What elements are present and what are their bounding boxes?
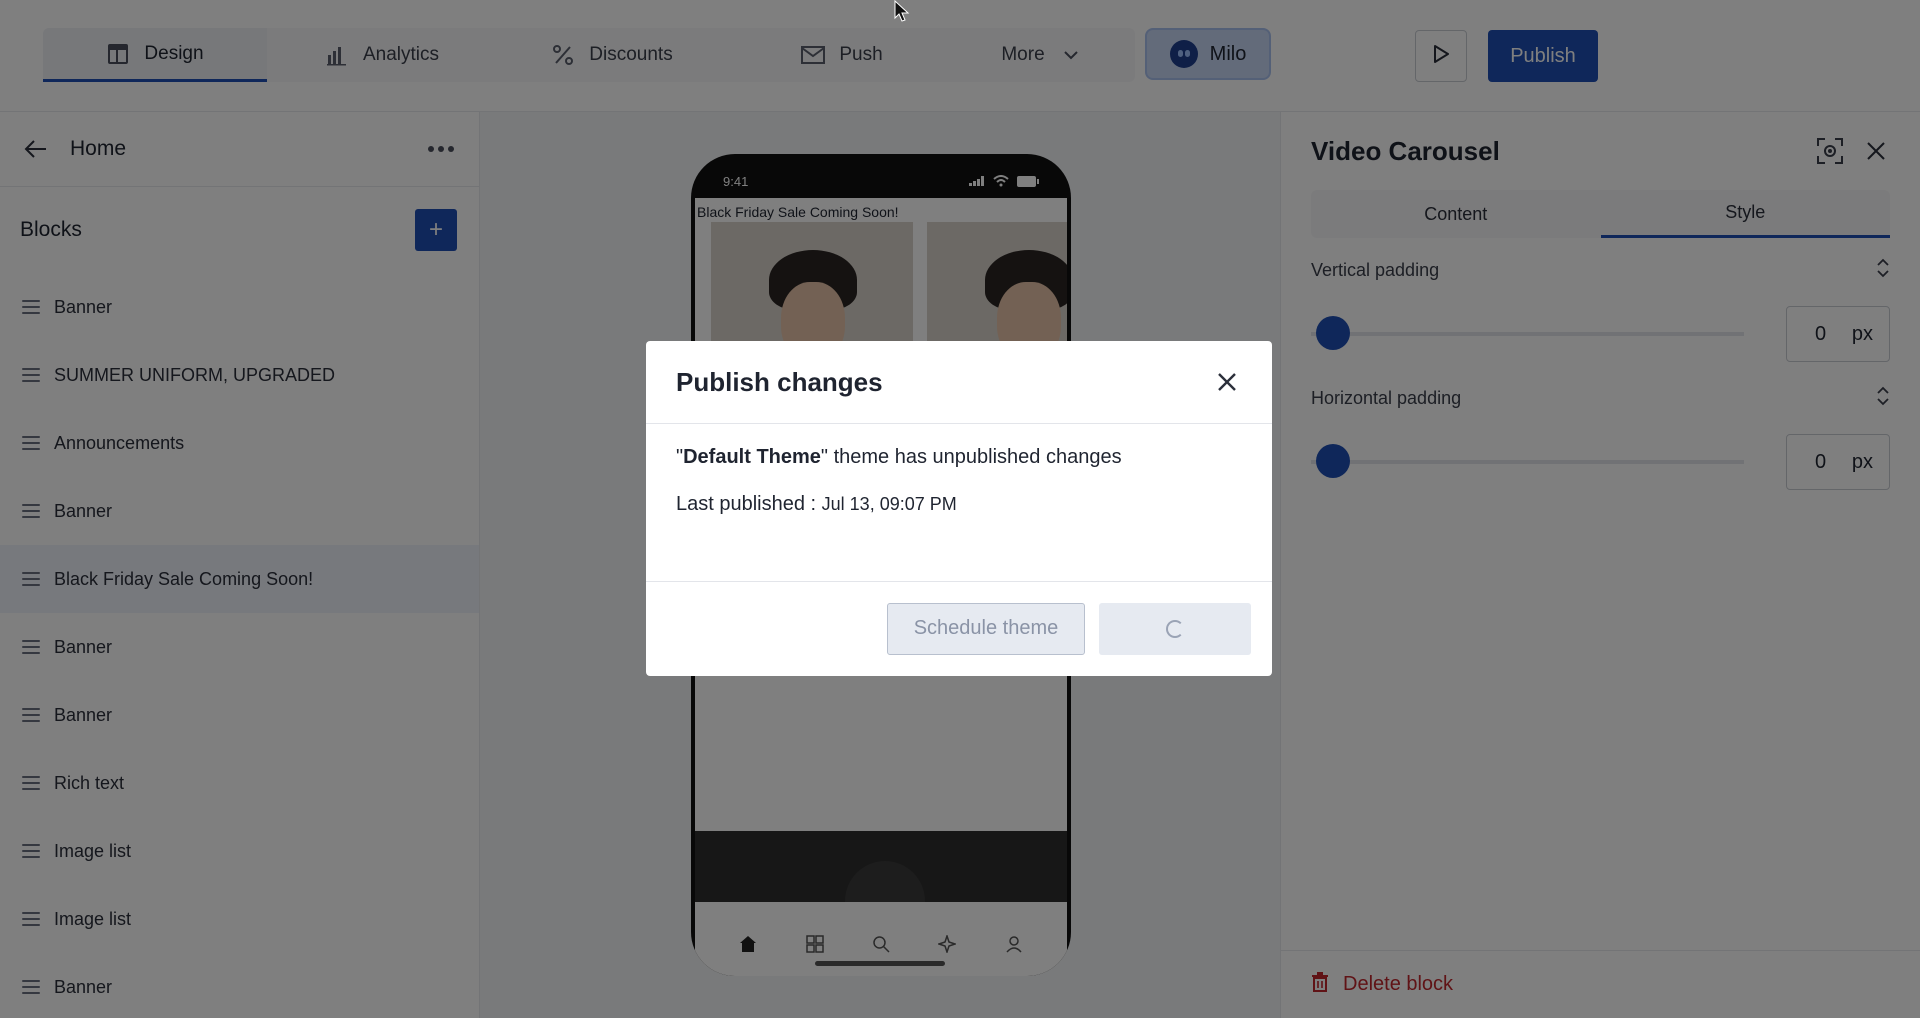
publish-confirm-button[interactable] xyxy=(1099,602,1251,655)
last-published-label: Last published : xyxy=(676,493,822,515)
schedule-theme-button[interactable]: Schedule theme xyxy=(887,602,1085,655)
unpublished-message: "Default Theme" theme has unpublished ch… xyxy=(676,446,1122,468)
last-published: Last published : Jul 13, 09:07 PM xyxy=(676,493,1242,516)
dialog-footer: Schedule theme xyxy=(646,582,1272,675)
dialog-header: Publish changes xyxy=(646,341,1272,424)
last-published-date: Jul 13, 09:07 PM xyxy=(821,494,957,514)
mouse-cursor-icon xyxy=(894,0,910,22)
close-icon[interactable] xyxy=(1212,367,1242,397)
dialog-body: "Default Theme" theme has unpublished ch… xyxy=(646,424,1272,582)
unpublished-message-text: theme has unpublished changes xyxy=(828,446,1122,468)
dialog-title: Publish changes xyxy=(676,366,883,397)
loading-spinner-icon xyxy=(1166,619,1184,638)
theme-name: Default Theme xyxy=(683,446,821,468)
publish-changes-dialog: Publish changes "Default Theme" theme ha… xyxy=(646,341,1272,676)
